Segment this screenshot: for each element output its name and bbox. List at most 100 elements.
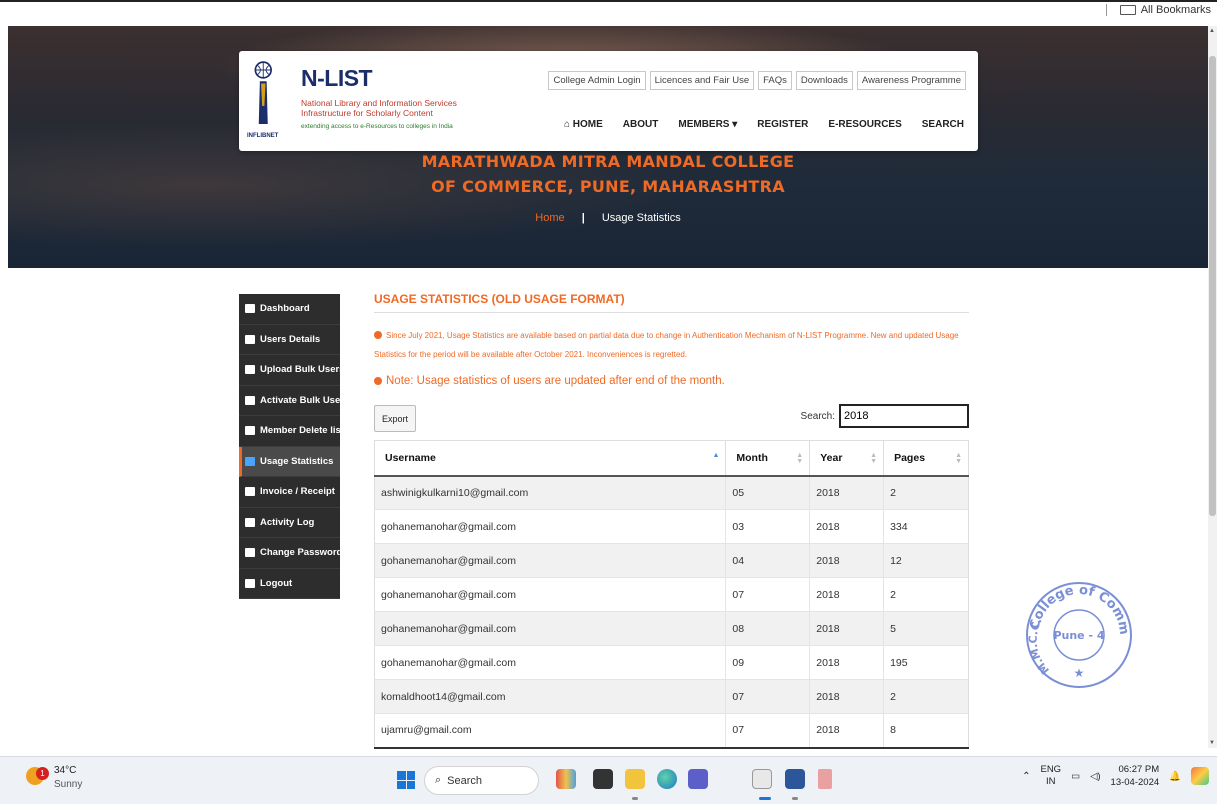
cell-month: 09 xyxy=(725,645,811,680)
sidebar-item-invoice-receipt[interactable]: Invoice / Receipt xyxy=(239,477,340,508)
column-header-username[interactable]: Username ▲ xyxy=(374,440,727,477)
page-scrollbar[interactable]: ▲ ▼ xyxy=(1208,26,1217,748)
cell-username: komaldhoot14@gmail.com xyxy=(374,679,727,714)
sort-icon: ▲ ▼ xyxy=(955,452,962,465)
section-title: USAGE STATISTICS (OLD USAGE FORMAT) xyxy=(374,292,969,313)
bell-icon[interactable]: 🔔 xyxy=(1169,771,1181,782)
sidebar-item-member-delete-list[interactable]: Member Delete list xyxy=(239,416,344,447)
nav-eresources[interactable]: E-RESOURCES xyxy=(828,119,901,130)
cell-year: 2018 xyxy=(809,645,885,680)
key-icon xyxy=(245,548,255,558)
column-header-year[interactable]: Year ▲ ▼ xyxy=(809,440,885,477)
cell-year: 2018 xyxy=(809,577,885,612)
terminal-app-icon[interactable] xyxy=(593,769,613,789)
system-tray: ⌃ ENG IN ▭ ◁) 06:27 PM 13-04-2024 🔔 xyxy=(1022,763,1209,789)
volume-icon[interactable]: ◁) xyxy=(1090,771,1100,782)
print-icon xyxy=(245,487,255,497)
sidebar-item-change-password[interactable]: Change Password xyxy=(239,538,342,569)
nav-register[interactable]: REGISTER xyxy=(757,119,808,130)
export-button[interactable]: Export xyxy=(374,405,416,432)
cell-pages: 334 xyxy=(883,509,969,544)
svg-text:Pune - 4: Pune - 4 xyxy=(1053,629,1104,642)
cell-username: gohanemanohar@gmail.com xyxy=(374,543,727,578)
cell-month: 07 xyxy=(725,577,811,612)
edge-browser-icon[interactable] xyxy=(657,769,677,789)
sidebar-item-label: Member Delete list xyxy=(260,425,344,437)
sidebar-item-dashboard[interactable]: Dashboard xyxy=(239,294,340,325)
scrollbar-thumb[interactable] xyxy=(1209,56,1216,516)
partial-data-notice: Since July 2021, Usage Statistics are av… xyxy=(374,326,969,364)
breadcrumb-separator: | xyxy=(581,212,585,224)
chrome-profile-icon[interactable] xyxy=(752,769,772,789)
breadcrumb-home-link[interactable]: Home xyxy=(535,212,564,224)
sidebar-item-label: Invoice / Receipt xyxy=(260,486,335,498)
sidebar-item-label: Activate Bulk Users xyxy=(260,394,350,406)
cell-year: 2018 xyxy=(809,611,885,646)
word-app-icon[interactable] xyxy=(785,769,805,789)
teams-app-icon[interactable] xyxy=(688,769,708,789)
chevron-up-icon[interactable]: ⌃ xyxy=(1022,771,1030,782)
app-running-indicator xyxy=(632,797,638,800)
faqs-link[interactable]: FAQs xyxy=(758,71,792,90)
column-header-label: Year xyxy=(820,451,843,464)
cell-month: 05 xyxy=(725,475,811,510)
nav-members[interactable]: MEMBERS ▾ xyxy=(678,119,737,130)
sidebar-item-label: Activity Log xyxy=(260,516,315,528)
cell-year: 2018 xyxy=(809,509,885,544)
downloads-link[interactable]: Downloads xyxy=(795,71,853,90)
logo-subtitle-line2: Infrastructure for Scholarly Content xyxy=(301,108,433,118)
breadcrumb-current: Usage Statistics xyxy=(601,212,681,224)
sidebar-item-users-details[interactable]: Users Details xyxy=(239,325,340,355)
file-explorer-icon[interactable] xyxy=(625,769,645,789)
network-icon[interactable]: ▭ xyxy=(1071,771,1080,782)
main-content: USAGE STATISTICS (OLD USAGE FORMAT) Sinc… xyxy=(374,292,969,749)
bookmarks-bar[interactable]: All Bookmarks xyxy=(1105,2,1211,18)
sort-icon: ▲ ▼ xyxy=(796,452,804,465)
app-active-indicator xyxy=(759,797,771,800)
licences-link[interactable]: Licences and Fair Use xyxy=(649,71,755,90)
sidebar: Dashboard Users Details Upload Bulk User… xyxy=(239,294,349,599)
sidebar-item-activity-log[interactable]: Activity Log xyxy=(239,508,340,538)
weather-widget[interactable]: 1 34°C Sunny xyxy=(26,764,82,792)
clock[interactable]: 06:27 PM 13-04-2024 xyxy=(1111,763,1160,789)
logo-tagline: extending access to e-Resources to colle… xyxy=(301,123,453,130)
clock-date: 13-04-2024 xyxy=(1110,777,1160,788)
scroll-down-icon[interactable]: ▼ xyxy=(1209,740,1215,746)
awareness-programme-link[interactable]: Awareness Programme xyxy=(856,71,966,90)
nav-home[interactable]: ⌂ HOME xyxy=(564,119,603,130)
sidebar-item-upload-bulk-users[interactable]: Upload Bulk Users xyxy=(239,355,344,386)
sort-icon: ▲ ▼ xyxy=(870,452,878,465)
folder-icon xyxy=(1119,5,1136,15)
column-header-label: Month xyxy=(736,451,768,464)
cell-month: 03 xyxy=(725,509,811,544)
language-indicator[interactable]: ENG IN xyxy=(1040,764,1061,788)
exclamation-icon xyxy=(374,331,382,339)
upload-users-icon xyxy=(245,365,255,375)
bookmarks-separator xyxy=(1105,4,1107,16)
logo-name[interactable]: N-LIST xyxy=(301,65,373,92)
windows-start-icon[interactable] xyxy=(397,771,415,789)
sidebar-item-activate-bulk-users[interactable]: Activate Bulk Users xyxy=(239,386,349,416)
sidebar-item-usage-statistics[interactable]: Usage Statistics xyxy=(239,446,340,477)
snipping-tool-icon[interactable] xyxy=(818,769,832,789)
logo-subtitle-line1: National Library and Information Service… xyxy=(301,98,457,108)
list-icon xyxy=(245,517,255,527)
table-row: gohanemanohar@gmail.com 08 2018 5 xyxy=(374,611,969,646)
bookmarks-label[interactable]: All Bookmarks xyxy=(1141,4,1211,16)
column-header-month[interactable]: Month ▲ ▼ xyxy=(725,440,811,477)
sort-asc-icon: ▲ xyxy=(712,452,720,459)
copilot-icon[interactable] xyxy=(1191,767,1209,785)
nav-search[interactable]: SEARCH xyxy=(922,119,964,130)
column-header-pages[interactable]: Pages ▲ ▼ xyxy=(883,440,969,477)
college-admin-login-link[interactable]: College Admin Login xyxy=(548,71,646,90)
app-running-indicator xyxy=(792,797,798,800)
users-icon xyxy=(245,334,255,344)
column-header-label: Username xyxy=(385,451,436,464)
inflibnet-logo-icon[interactable] xyxy=(249,61,273,133)
nav-about[interactable]: ABOUT xyxy=(623,119,659,130)
scroll-up-icon[interactable]: ▲ xyxy=(1209,28,1215,34)
search-input[interactable] xyxy=(839,404,969,428)
taskbar-search[interactable]: ⌕ Search xyxy=(424,766,539,795)
game-app-icon[interactable] xyxy=(556,769,576,789)
sidebar-item-logout[interactable]: Logout xyxy=(239,569,340,599)
